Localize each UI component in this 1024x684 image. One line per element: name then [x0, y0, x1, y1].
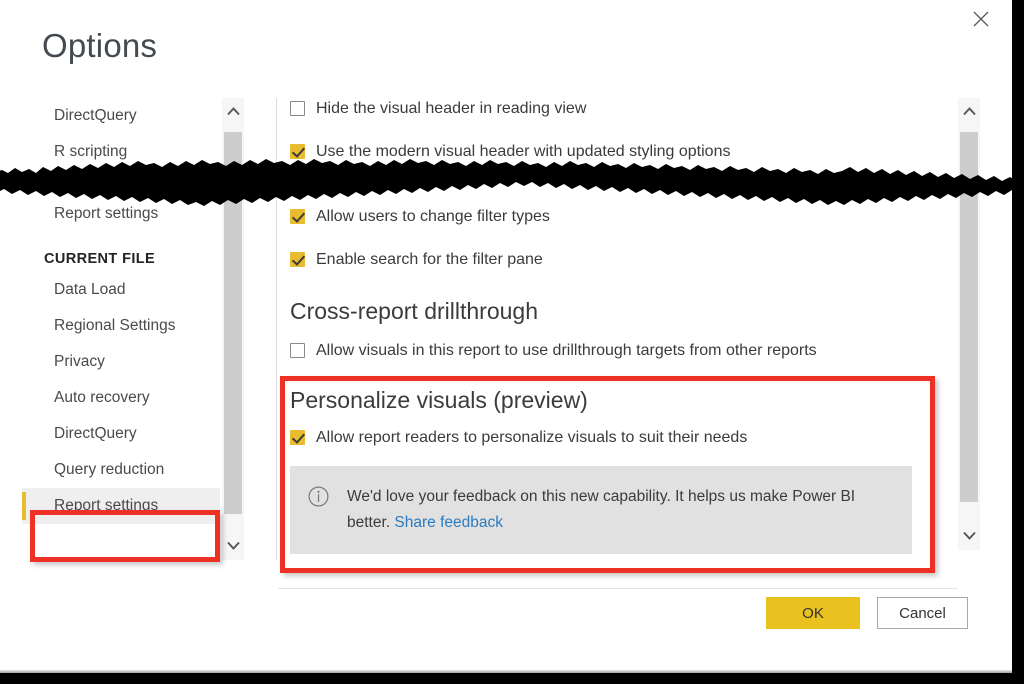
- sidebar-item-report-settings[interactable]: Report settings: [22, 488, 220, 524]
- sidebar-item-directquery[interactable]: DirectQuery: [22, 416, 220, 452]
- sidebar-item-r-scripting[interactable]: R scripting: [22, 134, 220, 170]
- checkbox-hide-visual-header[interactable]: Hide the visual header in reading view: [290, 98, 950, 119]
- cancel-button[interactable]: Cancel: [877, 597, 968, 629]
- share-feedback-link[interactable]: Share feedback: [394, 514, 503, 531]
- chevron-down-icon: [226, 537, 240, 555]
- feedback-info-box: We'd love your feedback on this new capa…: [290, 466, 912, 554]
- sidebar-section-current-file: CURRENT FILE: [44, 251, 156, 267]
- chevron-up-icon: [226, 103, 240, 121]
- checkbox-allow-personalize-visuals[interactable]: Allow report readers to personalize visu…: [290, 427, 940, 448]
- sidebar-scroll-up-button[interactable]: [222, 98, 244, 126]
- chevron-down-icon: [962, 527, 976, 545]
- nav-content-divider: [276, 98, 277, 560]
- content-scroll-down-button[interactable]: [958, 522, 980, 550]
- checkbox-label: Hide the visual header in reading view: [316, 100, 587, 117]
- sidebar-item-privacy[interactable]: Privacy: [22, 344, 220, 380]
- sidebar-nav: DirectQuery R scripting Report settings …: [22, 98, 220, 560]
- screen-right-gutter: [1012, 0, 1024, 684]
- options-dialog: Options DirectQuery R scripting Report s…: [0, 0, 1012, 673]
- sidebar-item-regional-settings[interactable]: Regional Settings: [22, 308, 220, 344]
- screen-bottom-gutter: [0, 673, 1024, 684]
- checkbox-label: Enable search for the filter pane: [316, 251, 543, 268]
- content-scroll-thumb[interactable]: [960, 132, 978, 502]
- settings-content: Hide the visual header in reading view U…: [290, 98, 950, 568]
- sidebar-scrollbar[interactable]: [222, 98, 244, 560]
- feedback-info-text: We'd love your feedback on this new capa…: [347, 484, 867, 536]
- content-scroll-up-button[interactable]: [958, 98, 980, 126]
- checkbox-box[interactable]: [290, 209, 305, 224]
- checkbox-label: Use the modern visual header with update…: [316, 143, 731, 160]
- sidebar-scroll-down-button[interactable]: [222, 532, 244, 560]
- close-icon: [973, 11, 989, 27]
- sidebar-item-query-reduction[interactable]: Query reduction: [22, 452, 220, 488]
- content-scrollbar[interactable]: [958, 98, 980, 550]
- sidebar-scroll-thumb[interactable]: [224, 132, 242, 514]
- sidebar-item-directquery-global[interactable]: DirectQuery: [22, 98, 220, 134]
- checkbox-enable-filter-search[interactable]: Enable search for the filter pane: [290, 249, 950, 270]
- info-circle-icon: [308, 486, 329, 512]
- close-button[interactable]: [960, 2, 1002, 36]
- sidebar-item-auto-recovery[interactable]: Auto recovery: [22, 380, 220, 416]
- sidebar-item-report-settings-global[interactable]: Report settings: [22, 196, 220, 232]
- sidebar-item-data-load[interactable]: Data Load: [22, 272, 220, 308]
- chevron-up-icon: [962, 103, 976, 121]
- section-heading-personalize-visuals: Personalize visuals (preview): [290, 387, 588, 413]
- checkbox-label: Allow report readers to personalize visu…: [316, 429, 748, 446]
- checkbox-box[interactable]: [290, 144, 305, 159]
- section-heading-cross-report-drillthrough: Cross-report drillthrough: [290, 298, 538, 324]
- checkbox-label: Allow visuals in this report to use dril…: [316, 342, 817, 359]
- footer-divider: [278, 588, 958, 589]
- page-title: Options: [42, 27, 158, 64]
- checkbox-box[interactable]: [290, 252, 305, 267]
- checkbox-box[interactable]: [290, 343, 305, 358]
- checkbox-allow-cross-report-drillthrough[interactable]: Allow visuals in this report to use dril…: [290, 340, 950, 361]
- checkbox-change-filter-types[interactable]: Allow users to change filter types: [290, 206, 950, 227]
- checkbox-box[interactable]: [290, 430, 305, 445]
- checkbox-modern-visual-header[interactable]: Use the modern visual header with update…: [290, 141, 950, 162]
- checkbox-box[interactable]: [290, 101, 305, 116]
- checkbox-label: Allow users to change filter types: [316, 208, 550, 225]
- ok-button[interactable]: OK: [766, 597, 860, 629]
- personalize-visuals-section: Personalize visuals (preview) Allow repo…: [290, 385, 940, 554]
